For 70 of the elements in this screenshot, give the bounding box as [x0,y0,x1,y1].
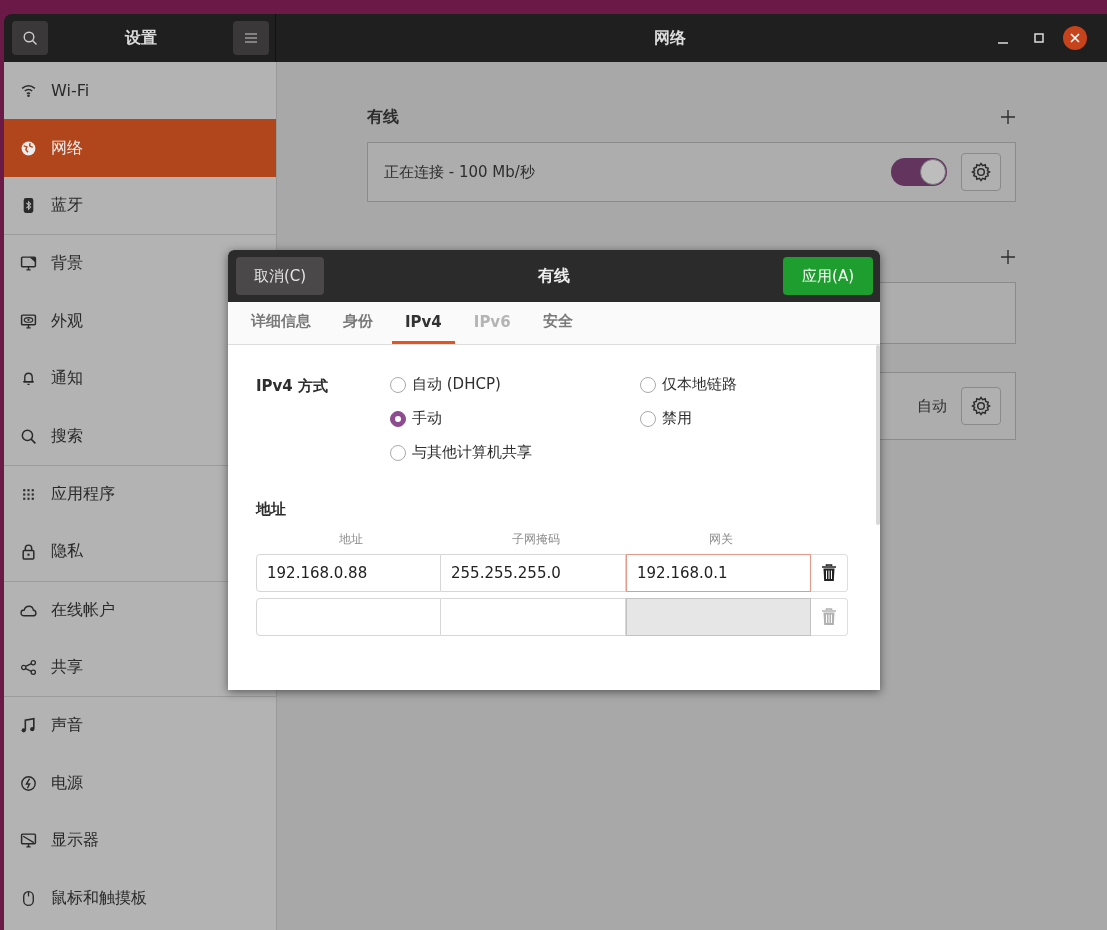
bell-icon [20,370,37,388]
input-field[interactable]: 192.168.0.1 [626,554,811,592]
sidebar-item[interactable]: 蓝牙 [4,176,276,235]
input-field[interactable] [256,598,441,636]
sidebar-item[interactable]: Wi-Fi [4,62,276,120]
monitor-icon [20,255,37,273]
method-label: IPv4 方式 [256,376,329,397]
sidebar-title: 设置 [123,27,158,49]
connection-status: 正在连接 - 100 Mb/秒 [384,162,536,182]
sidebar-item[interactable]: 显示器 [4,812,276,870]
apply-button[interactable]: 应用(A) [783,257,873,295]
sidebar-item[interactable]: 搜索 [4,407,276,465]
radio-option[interactable]: 仅本地链路 [640,375,840,394]
column-header: 地址 [337,531,364,548]
wifi-icon [20,82,37,100]
window-title: 网络 [652,27,687,49]
menu-icon [245,33,257,43]
search-icon [22,30,38,46]
sidebar-item[interactable]: 电源 [4,754,276,813]
radio-option[interactable]: 手动 [390,409,640,428]
maximize-icon [1034,33,1044,43]
section-heading: 地址 [256,500,287,519]
radio-button[interactable] [640,376,656,393]
add-icon[interactable] [1000,249,1016,265]
cancel-button[interactable]: 取消(C) [236,257,325,295]
column-header: 网关 [707,531,734,548]
share-icon [20,659,37,677]
globe-icon [20,139,37,157]
tab[interactable]: IPv4 [392,302,455,344]
radio-button[interactable] [390,376,406,393]
sidebar-item[interactable]: 共享 [4,638,276,697]
radio-button[interactable] [390,410,406,427]
section-heading: 有线 [367,106,399,128]
sidebar-item[interactable]: 鼠标和触摸板 [4,869,276,927]
radio-button[interactable] [390,444,406,461]
monitor-eye-icon [20,312,37,330]
input-field[interactable] [441,598,626,636]
delete-button[interactable] [811,554,848,592]
mouse-icon [20,889,37,907]
proxy-value: 自动 [917,396,947,416]
sidebar-item[interactable]: 网络 [4,119,276,177]
settings-button[interactable] [961,153,1001,191]
close-icon [1070,33,1080,43]
search-button[interactable] [12,21,48,55]
radio-option[interactable]: 禁用 [640,409,840,428]
input-field[interactable]: 255.255.255.0 [441,554,626,592]
dialog-title: 有线 [536,265,571,287]
music-note-icon [20,717,37,735]
add-icon[interactable] [1000,109,1016,125]
radio-button[interactable] [640,410,656,427]
settings-icon [971,396,991,416]
tab[interactable]: 安全 [529,302,586,344]
lock-icon [20,543,37,561]
sidebar-item[interactable]: 声音 [4,697,276,755]
power-icon [20,774,37,792]
minimize-icon [998,42,1008,44]
tab[interactable]: 身份 [330,302,386,344]
toggle-switch[interactable] [891,158,947,186]
settings-button[interactable] [961,387,1001,425]
settings-icon [971,162,991,182]
display-icon [20,832,37,850]
column-header: 子网掩码 [510,531,561,548]
input-field[interactable]: 192.168.0.88 [256,554,441,592]
search-icon [20,427,37,445]
menu-button[interactable] [233,21,269,55]
trash-icon [821,564,837,582]
radio-option[interactable]: 自动 (DHCP) [390,375,640,394]
radio-option[interactable]: 与其他计算机共享 [390,443,640,462]
trash-icon [821,608,837,626]
tab[interactable]: 详细信息 [238,302,324,344]
